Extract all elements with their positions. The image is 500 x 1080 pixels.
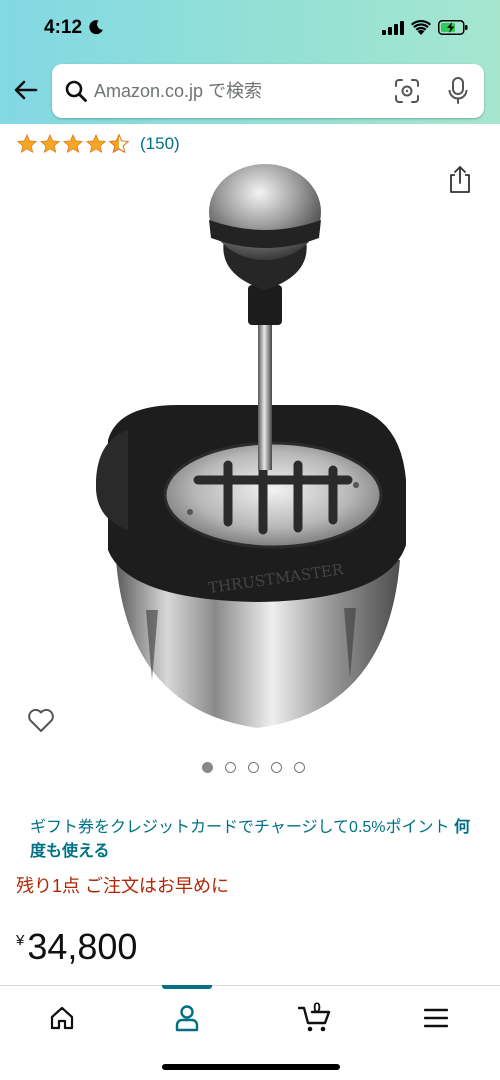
gift-card-promo[interactable]: ギフト券をクレジットカードでチャージして0.5%ポイント 何度も使える: [30, 816, 470, 864]
product-image-gear-shifter[interactable]: THRUSTMASTER: [88, 150, 418, 740]
hamburger-menu-icon: [424, 1008, 448, 1028]
currency-symbol: ¥: [16, 932, 25, 949]
header: 4:12: [0, 0, 500, 124]
star-icon: [39, 133, 61, 154]
wifi-icon: [411, 20, 431, 35]
carousel-dot[interactable]: [270, 762, 282, 773]
image-carousel-dots: [0, 762, 500, 773]
search-row: [0, 62, 500, 120]
active-tab-indicator: [162, 985, 212, 989]
promo-text: ギフト券をクレジットカードでチャージして0.5%ポイント: [30, 819, 450, 836]
star-icon: [62, 133, 84, 154]
price: ¥ 34,800: [16, 926, 137, 968]
wishlist-heart-icon[interactable]: [26, 706, 56, 734]
status-bar: 4:12: [0, 0, 500, 58]
search-input[interactable]: [94, 74, 374, 108]
nav-account[interactable]: [167, 1000, 207, 1036]
stock-warning: 残り1点 ご注文はお早めに: [16, 876, 230, 896]
carousel-dot[interactable]: [293, 762, 305, 773]
price-amount: 34,800: [27, 926, 138, 967]
nav-cart[interactable]: 0: [292, 999, 338, 1036]
carousel-dot[interactable]: [247, 762, 259, 773]
status-time: 4:12: [44, 17, 83, 38]
search-box[interactable]: [52, 64, 484, 118]
search-icon: [65, 80, 87, 102]
share-icon[interactable]: [446, 164, 474, 194]
battery-charging-icon: [438, 20, 468, 35]
back-arrow-icon[interactable]: [12, 76, 40, 104]
nav-home[interactable]: [42, 1000, 82, 1036]
home-indicator: [162, 1064, 340, 1070]
person-icon: [175, 1005, 199, 1032]
cart-count: 0: [313, 999, 321, 1015]
carousel-dot[interactable]: [201, 762, 213, 773]
nav-menu[interactable]: [416, 1000, 456, 1036]
star-icon: [16, 133, 38, 154]
status-icons: [382, 20, 468, 35]
camera-lens-search-icon[interactable]: [394, 78, 420, 104]
microphone-icon[interactable]: [446, 76, 470, 106]
cellular-signal-icon: [382, 20, 404, 35]
carousel-dot[interactable]: [224, 762, 236, 773]
home-icon: [50, 1006, 74, 1030]
do-not-disturb-moon-icon: [89, 20, 103, 35]
